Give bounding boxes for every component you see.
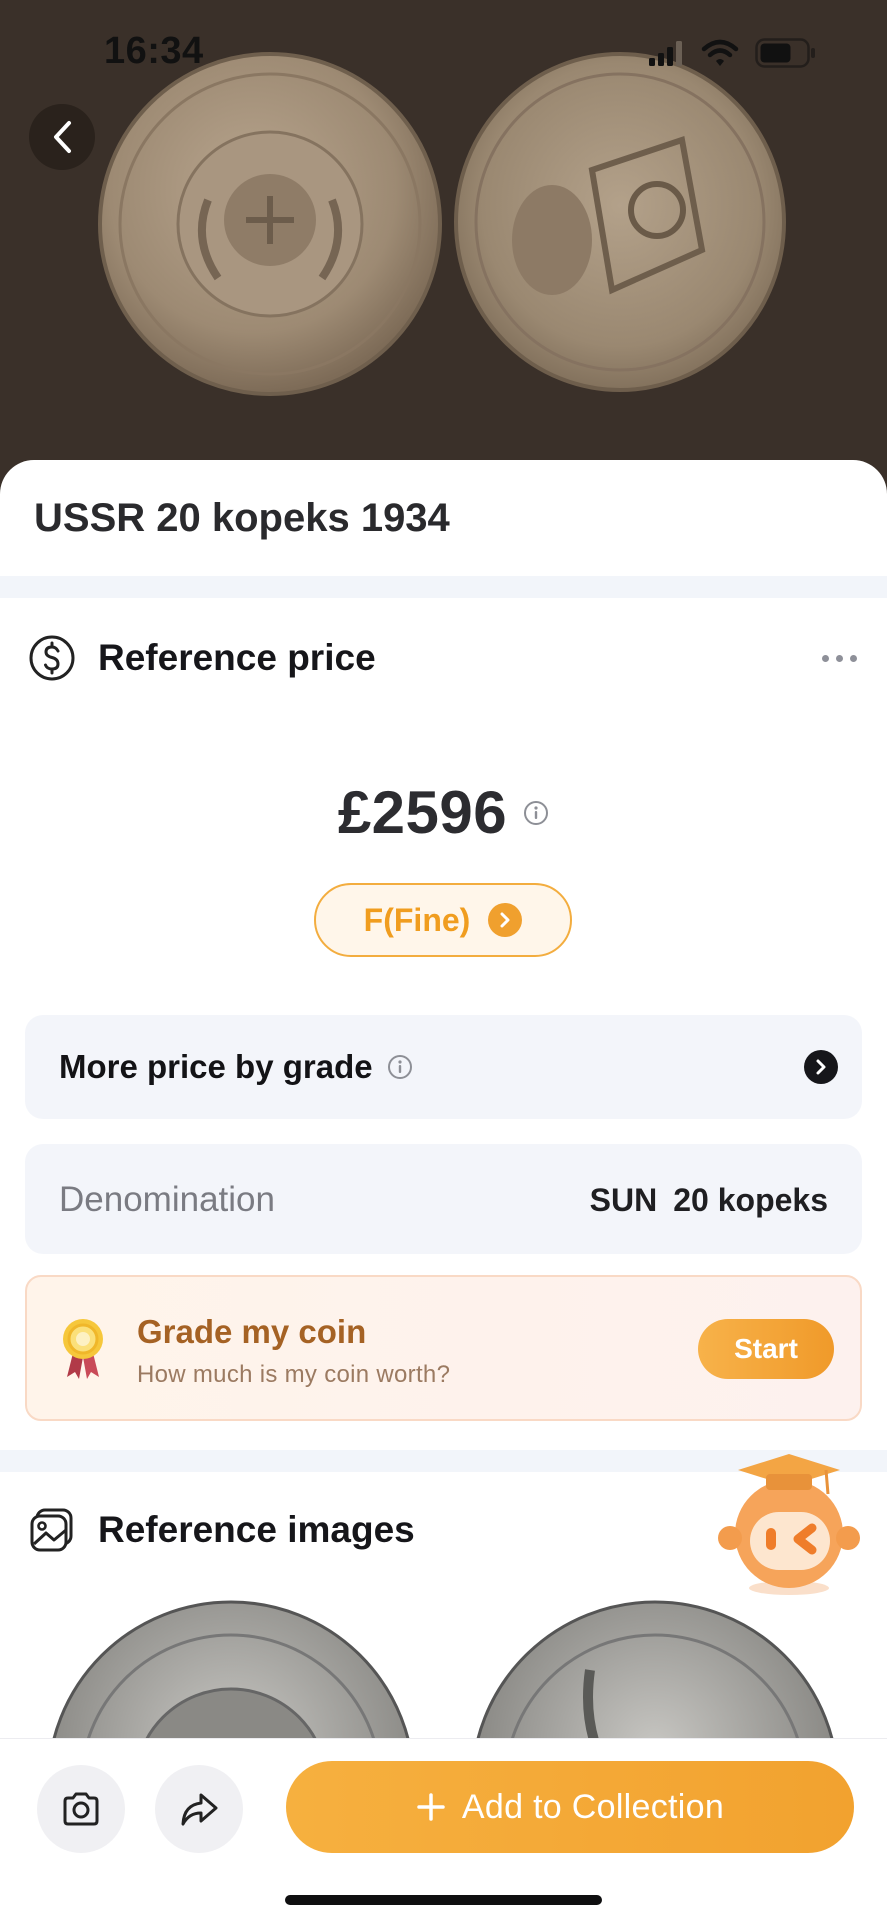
status-time: 16:34 xyxy=(104,30,204,72)
coin-reverse-photo xyxy=(454,52,786,392)
chevron-left-icon xyxy=(54,121,71,153)
plus-icon xyxy=(417,1793,445,1821)
coin-title: USSR 20 kopeks 1934 xyxy=(34,496,450,540)
info-icon[interactable] xyxy=(387,1054,413,1080)
dollar-circle-icon xyxy=(29,635,75,681)
more-horizontal-icon xyxy=(822,655,829,662)
reference-images-header: Reference images xyxy=(28,1506,415,1554)
denomination-unit: SUN xyxy=(589,1182,658,1218)
reference-price-value: £2596 xyxy=(337,779,508,846)
status-icons xyxy=(649,36,817,70)
medal-icon xyxy=(63,1319,103,1379)
coin-obverse-photo xyxy=(98,52,442,396)
share-icon xyxy=(181,1793,218,1826)
more-price-label: More price by grade xyxy=(59,1048,373,1085)
images-icon xyxy=(30,1508,73,1552)
coin-photo-header: 16:34 xyxy=(0,0,887,500)
reference-price-header: Reference price xyxy=(28,634,376,682)
assistant-mascot-button[interactable] xyxy=(716,1448,862,1598)
denomination-row: Denomination SUN 20 kopeks xyxy=(25,1144,862,1254)
reference-images-gallery xyxy=(0,1580,887,1740)
divider xyxy=(0,576,887,598)
grade-card-subtitle: How much is my coin worth? xyxy=(137,1361,451,1388)
denomination-value: SUN 20 kopeks xyxy=(590,1182,828,1219)
reference-image[interactable] xyxy=(470,1600,840,1740)
camera-icon xyxy=(63,1792,99,1826)
battery-icon xyxy=(755,38,815,68)
reference-images-label: Reference images xyxy=(98,1509,415,1550)
detail-sheet: USSR 20 kopeks 1934 Reference price £259… xyxy=(0,460,887,1920)
grade-label: F(Fine) xyxy=(363,901,471,938)
share-button[interactable] xyxy=(155,1765,243,1853)
reference-image[interactable] xyxy=(46,1600,416,1740)
denomination-amount: 20 kopeks xyxy=(673,1182,828,1218)
grade-my-coin-card[interactable]: Grade my coin How much is my coin worth?… xyxy=(25,1275,862,1421)
reference-price-label: Reference price xyxy=(98,637,376,678)
add-to-collection-button[interactable]: Add to Collection xyxy=(286,1761,854,1853)
chevron-right-icon xyxy=(488,903,523,937)
denomination-label: Denomination xyxy=(59,1180,275,1219)
signal-icon xyxy=(649,41,682,66)
price-row: £2596 xyxy=(0,778,887,847)
home-indicator xyxy=(285,1895,602,1905)
start-button[interactable]: Start xyxy=(698,1319,834,1379)
back-button[interactable] xyxy=(29,104,95,170)
wifi-icon xyxy=(701,39,739,66)
grade-selector[interactable]: F(Fine) xyxy=(314,883,572,957)
add-to-collection-label: Add to Collection xyxy=(461,1787,725,1826)
bottom-action-bar: Add to Collection xyxy=(0,1738,887,1920)
info-icon[interactable] xyxy=(523,800,549,826)
more-price-by-grade-row[interactable]: More price by grade xyxy=(25,1015,862,1119)
status-bar: 16:34 xyxy=(0,0,887,100)
chevron-right-icon xyxy=(804,1050,838,1084)
camera-button[interactable] xyxy=(37,1765,125,1853)
grade-card-title: Grade my coin xyxy=(137,1313,367,1350)
more-options-button[interactable] xyxy=(822,655,857,662)
